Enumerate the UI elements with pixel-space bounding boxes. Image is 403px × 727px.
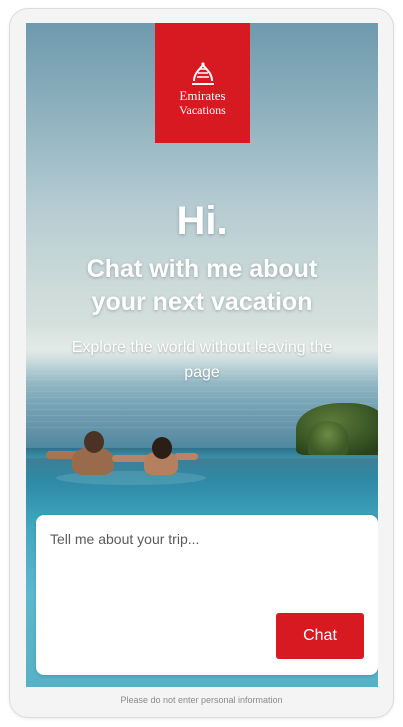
headline-line-2: your next vacation: [91, 288, 313, 316]
person-one-head: [84, 431, 104, 453]
chat-card: Chat: [36, 515, 378, 675]
logo-text-vacations: Vacations: [179, 103, 226, 117]
hero-background: Emirates Vacations Hi. Chat with me abou…: [26, 23, 378, 687]
emirates-calligraphy-emblem-icon: [191, 62, 214, 85]
main-headline: Chat with me about your next vacation: [26, 253, 378, 319]
subheadline: Explore the world without leaving the pa…: [71, 339, 333, 381]
person-two-head: [152, 437, 172, 459]
ad-frame: Emirates Vacations Hi. Chat with me abou…: [10, 9, 393, 717]
greeting-heading: Hi.: [176, 199, 228, 243]
emirates-vacations-logo[interactable]: Emirates Vacations: [155, 23, 250, 143]
privacy-disclaimer: Please do not enter personal information: [120, 695, 283, 705]
logo-text-emirates: Emirates: [179, 88, 226, 103]
headline-line-1: Chat with me about: [86, 255, 318, 283]
chat-button[interactable]: Chat: [276, 613, 364, 659]
foliage-image-small: [308, 421, 348, 455]
trip-message-input[interactable]: [36, 515, 378, 627]
